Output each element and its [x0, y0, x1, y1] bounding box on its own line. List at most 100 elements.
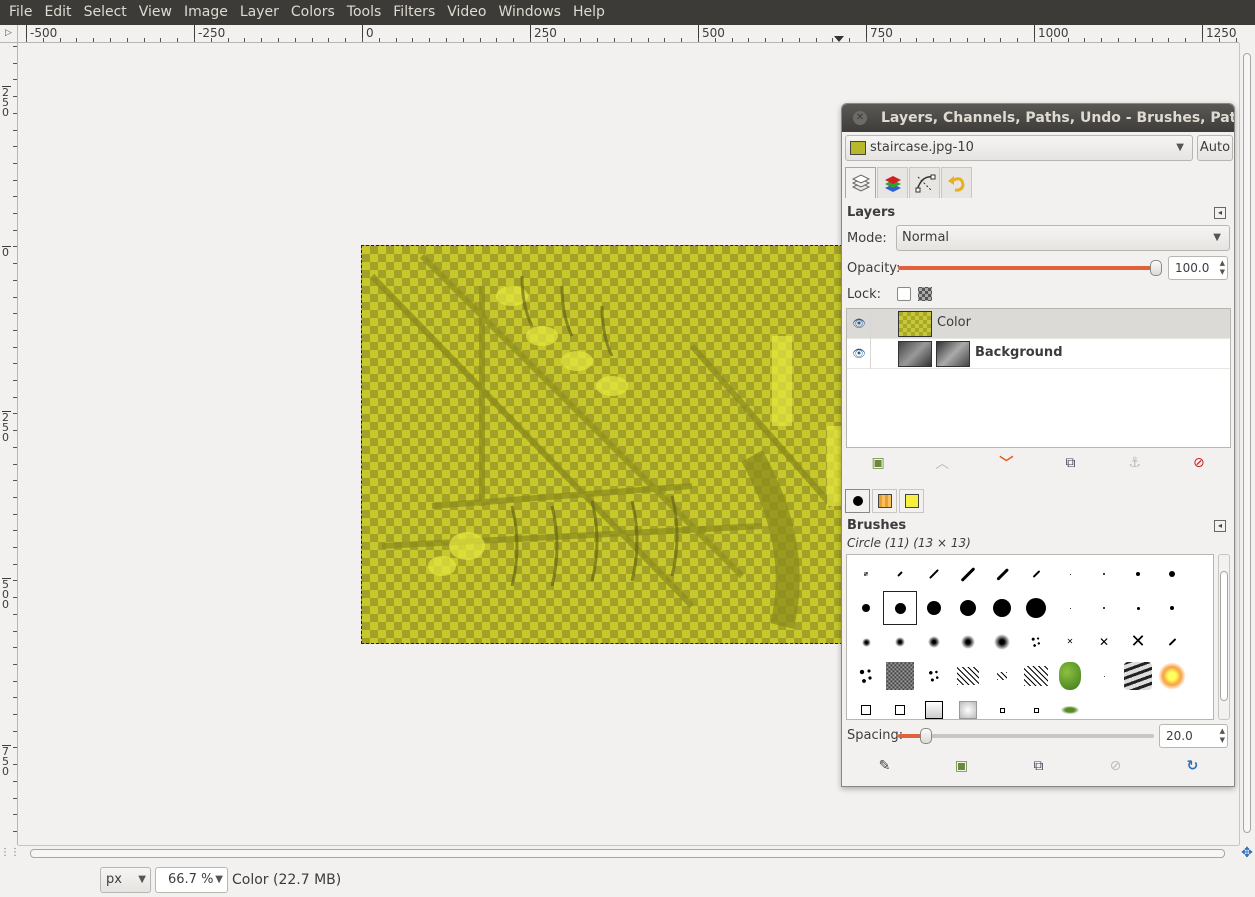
layer-row[interactable]: 👁 Color — [847, 309, 1230, 339]
menu-select[interactable]: Select — [78, 0, 133, 25]
mode-select[interactable]: Normal ▼ — [896, 225, 1230, 251]
zoom-select[interactable]: 66.7 % ▼ — [155, 867, 228, 893]
edit-brush-button[interactable]: ✎ — [874, 756, 896, 776]
menu-tools[interactable]: Tools — [341, 0, 388, 25]
tab-brushes[interactable] — [845, 489, 870, 513]
brush-cell[interactable] — [1019, 659, 1053, 693]
brush-cell[interactable] — [951, 693, 985, 719]
menu-image[interactable]: Image — [178, 0, 234, 25]
brush-cell[interactable] — [985, 693, 1019, 719]
layer-row[interactable]: 👁 Background — [847, 339, 1230, 369]
horizontal-scroll-thumb[interactable] — [30, 849, 1225, 858]
brush-cell[interactable] — [1019, 591, 1053, 625]
layer-name[interactable]: Color — [937, 315, 971, 330]
lower-layer-button[interactable]: ﹀ — [995, 453, 1017, 473]
refresh-brushes-button[interactable]: ↻ — [1182, 756, 1204, 776]
brush-cell[interactable] — [1053, 557, 1087, 591]
brush-cell[interactable] — [917, 557, 951, 591]
tab-layers[interactable] — [845, 167, 876, 198]
quick-mask-toggle[interactable]: ⋮⋮ — [0, 845, 20, 861]
brush-cell[interactable] — [849, 591, 883, 625]
vertical-scrollbar[interactable] — [1239, 43, 1255, 845]
lock-pixels-checkbox[interactable] — [897, 287, 911, 301]
brush-cell[interactable] — [1053, 659, 1087, 693]
brush-cell[interactable] — [1121, 557, 1155, 591]
brush-cell[interactable] — [917, 693, 951, 719]
tab-paths[interactable] — [909, 167, 940, 198]
brush-cell[interactable] — [1019, 557, 1053, 591]
brush-cell[interactable] — [985, 659, 1019, 693]
brush-cell[interactable] — [883, 659, 917, 693]
brush-cell[interactable] — [951, 659, 985, 693]
brush-cell[interactable] — [1087, 659, 1121, 693]
duplicate-brush-button[interactable]: ⧉ — [1028, 756, 1050, 776]
brush-cell[interactable] — [917, 591, 951, 625]
brush-grid-scrollbar[interactable] — [1218, 554, 1230, 720]
brush-cell[interactable]: ✕ — [1087, 625, 1121, 659]
menu-edit[interactable]: Edit — [38, 0, 77, 25]
opacity-spinbox[interactable]: 100.0 ▲ ▼ — [1168, 256, 1228, 280]
lock-alpha-icon[interactable] — [918, 287, 932, 301]
menu-view[interactable]: View — [133, 0, 178, 25]
brush-scroll-thumb[interactable] — [1220, 571, 1228, 701]
brush-cell[interactable] — [1019, 625, 1053, 659]
dock-title-bar[interactable]: ✕ Layers, Channels, Paths, Undo - Brushe… — [842, 104, 1234, 132]
menu-filters[interactable]: Filters — [387, 0, 441, 25]
menu-help[interactable]: Help — [567, 0, 611, 25]
tab-undo[interactable] — [941, 167, 972, 198]
brush-cell[interactable] — [917, 659, 951, 693]
brush-cell[interactable] — [883, 557, 917, 591]
spacing-spinbox[interactable]: 20.0 ▲ ▼ — [1159, 724, 1228, 748]
brush-cell[interactable] — [985, 557, 1019, 591]
opacity-slider-handle[interactable] — [1150, 260, 1162, 276]
menu-windows[interactable]: Windows — [492, 0, 567, 25]
brush-cell[interactable] — [1155, 659, 1189, 693]
menu-video[interactable]: Video — [441, 0, 492, 25]
eye-icon[interactable]: 👁 — [852, 347, 866, 360]
brush-cell[interactable]: ✕ — [1053, 625, 1087, 659]
tab-channels[interactable] — [877, 167, 908, 198]
spacing-slider-track[interactable] — [926, 734, 1154, 738]
brush-cell[interactable] — [1087, 591, 1121, 625]
brush-cell[interactable] — [1053, 693, 1087, 719]
layer-name[interactable]: Background — [975, 345, 1063, 360]
eye-icon[interactable]: 👁 — [852, 317, 866, 330]
brush-cell[interactable] — [883, 693, 917, 719]
brush-cell[interactable] — [849, 659, 883, 693]
brush-cell[interactable] — [985, 591, 1019, 625]
layer-chain-cell[interactable] — [870, 339, 871, 369]
brush-cell[interactable] — [1053, 591, 1087, 625]
delete-layer-button[interactable]: ⊘ — [1188, 453, 1210, 473]
brush-cell[interactable] — [1121, 659, 1155, 693]
raise-layer-button[interactable]: ︿ — [931, 453, 953, 473]
brush-cell[interactable] — [849, 693, 883, 719]
brush-cell[interactable] — [917, 625, 951, 659]
brush-cell[interactable] — [951, 591, 985, 625]
brush-cell[interactable] — [1019, 693, 1053, 719]
panel-menu-icon[interactable]: ◂ — [1214, 207, 1226, 219]
duplicate-layer-button[interactable]: ⧉ — [1060, 453, 1082, 473]
brush-cell[interactable] — [849, 557, 883, 591]
brush-cell[interactable] — [951, 625, 985, 659]
menu-file[interactable]: File — [3, 0, 38, 25]
new-layer-button[interactable]: ▣ — [867, 453, 889, 473]
anchor-layer-button[interactable]: ⚓ — [1124, 453, 1146, 473]
brush-grid[interactable]: ✕ ✕ ✕ — [846, 554, 1214, 720]
spacing-slider-handle[interactable] — [920, 728, 932, 744]
tab-patterns[interactable] — [872, 489, 897, 513]
horizontal-scrollbar[interactable] — [18, 845, 1239, 861]
brush-cell[interactable] — [883, 625, 917, 659]
brush-cell[interactable]: ✕ — [1121, 625, 1155, 659]
opacity-slider[interactable] — [898, 266, 1156, 270]
brush-cell[interactable] — [951, 557, 985, 591]
close-icon[interactable]: ✕ — [853, 111, 867, 125]
tab-gradients[interactable] — [899, 489, 924, 513]
menu-colors[interactable]: Colors — [285, 0, 341, 25]
brush-cell[interactable] — [849, 625, 883, 659]
navigate-icon[interactable]: ✥ — [1239, 845, 1255, 861]
brush-cell[interactable] — [1155, 557, 1189, 591]
unit-select[interactable]: px ▼ — [100, 867, 151, 893]
brush-cell[interactable] — [883, 591, 917, 625]
ruler-corner-button[interactable]: ▷ — [0, 25, 18, 43]
vertical-scroll-thumb[interactable] — [1243, 53, 1251, 833]
